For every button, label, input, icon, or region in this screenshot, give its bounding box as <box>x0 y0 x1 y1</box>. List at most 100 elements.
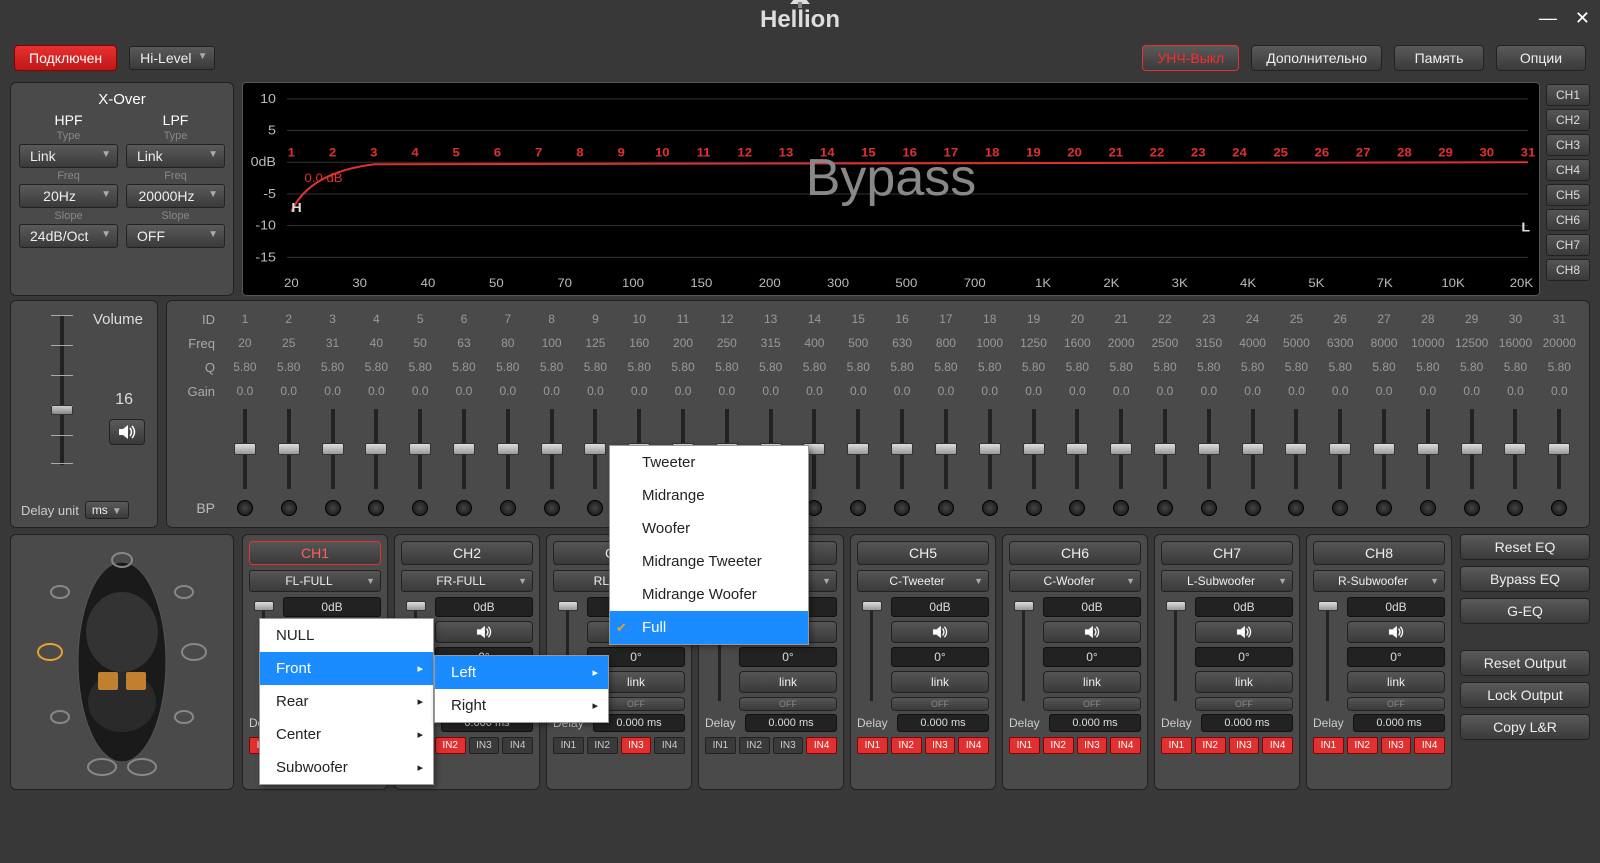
eq-freqs-9[interactable]: 125 <box>574 336 618 350</box>
eq-freqs-21[interactable]: 2000 <box>1099 336 1143 350</box>
eq-slider-22[interactable] <box>1143 403 1187 495</box>
eq-gains-2[interactable]: 0.0 <box>267 384 311 398</box>
eq-gains-11[interactable]: 0.0 <box>661 384 705 398</box>
eq-graph[interactable]: 10 5 0dB -5 -10 -15 12345678910111213141… <box>242 82 1540 296</box>
ch-button[interactable]: CH7 <box>1161 541 1293 565</box>
eq-gains-20[interactable]: 0.0 <box>1055 384 1099 398</box>
bp-toggle-27[interactable] <box>1376 500 1392 516</box>
eq-freqs-12[interactable]: 250 <box>705 336 749 350</box>
eq-freqs-20[interactable]: 1600 <box>1055 336 1099 350</box>
eq-gains-18[interactable]: 0.0 <box>968 384 1012 398</box>
eq-slider-17[interactable] <box>924 403 968 495</box>
input-3-button[interactable]: IN3 <box>1077 737 1108 754</box>
ch-select-ch6[interactable]: CH6 <box>1546 209 1590 231</box>
options-button[interactable]: Опции <box>1496 45 1586 71</box>
bp-toggle-24[interactable] <box>1245 500 1261 516</box>
menu-item-full[interactable]: ✔Full <box>610 611 808 644</box>
eq-slider-7[interactable] <box>486 403 530 495</box>
ch-role-dropdown[interactable]: R-Subwoofer <box>1313 570 1445 592</box>
eq-gains-31[interactable]: 0.0 <box>1537 384 1581 398</box>
eq-qs-15[interactable]: 5.80 <box>836 360 880 374</box>
eq-freqs-23[interactable]: 3150 <box>1187 336 1231 350</box>
eq-freqs-29[interactable]: 12500 <box>1450 336 1494 350</box>
eq-qs-16[interactable]: 5.80 <box>880 360 924 374</box>
eq-gains-28[interactable]: 0.0 <box>1406 384 1450 398</box>
bp-toggle-26[interactable] <box>1332 500 1348 516</box>
bp-toggle-17[interactable] <box>938 500 954 516</box>
eq-gains-12[interactable]: 0.0 <box>705 384 749 398</box>
delay-value[interactable]: 0.000 ms <box>897 714 989 732</box>
input-4-button[interactable]: IN4 <box>1262 737 1293 754</box>
input-4-button[interactable]: IN4 <box>958 737 989 754</box>
amp-off-button[interactable]: УНЧ-Выкл <box>1142 45 1239 71</box>
eq-qs-11[interactable]: 5.80 <box>661 360 705 374</box>
mute-button[interactable] <box>891 621 989 643</box>
bp-toggle-31[interactable] <box>1551 500 1567 516</box>
ch-button[interactable]: CH8 <box>1313 541 1445 565</box>
bp-toggle-19[interactable] <box>1026 500 1042 516</box>
role-menu-level1[interactable]: NULLFront▸Rear▸Center▸Subwoofer▸ <box>259 618 434 785</box>
eq-freqs-7[interactable]: 80 <box>486 336 530 350</box>
eq-slider-21[interactable] <box>1099 403 1143 495</box>
delay-value[interactable]: 0.000 ms <box>1049 714 1141 732</box>
bp-toggle-2[interactable] <box>281 500 297 516</box>
eq-qs-22[interactable]: 5.80 <box>1143 360 1187 374</box>
bp-toggle-1[interactable] <box>237 500 253 516</box>
delay-value[interactable]: 0.000 ms <box>1201 714 1293 732</box>
ch-role-dropdown[interactable]: C-Woofer <box>1009 570 1141 592</box>
eq-freqs-4[interactable]: 40 <box>354 336 398 350</box>
eq-qs-7[interactable]: 5.80 <box>486 360 530 374</box>
eq-gains-13[interactable]: 0.0 <box>749 384 793 398</box>
eq-qs-27[interactable]: 5.80 <box>1362 360 1406 374</box>
eq-qs-8[interactable]: 5.80 <box>530 360 574 374</box>
eq-gains-22[interactable]: 0.0 <box>1143 384 1187 398</box>
menu-item-midrange-woofer[interactable]: Midrange Woofer <box>610 578 808 611</box>
menu-item-right[interactable]: Right▸ <box>435 689 608 722</box>
eq-slider-26[interactable] <box>1318 403 1362 495</box>
eq-slider-23[interactable] <box>1187 403 1231 495</box>
eq-qs-23[interactable]: 5.80 <box>1187 360 1231 374</box>
eq-freqs-11[interactable]: 200 <box>661 336 705 350</box>
eq-qs-12[interactable]: 5.80 <box>705 360 749 374</box>
eq-qs-6[interactable]: 5.80 <box>442 360 486 374</box>
eq-gains-16[interactable]: 0.0 <box>880 384 924 398</box>
ch-select-ch7[interactable]: CH7 <box>1546 234 1590 256</box>
eq-gains-1[interactable]: 0.0 <box>223 384 267 398</box>
bp-toggle-3[interactable] <box>325 500 341 516</box>
eq-qs-5[interactable]: 5.80 <box>398 360 442 374</box>
ch-gain-slider[interactable] <box>1009 597 1039 709</box>
eq-qs-20[interactable]: 5.80 <box>1055 360 1099 374</box>
eq-freqs-19[interactable]: 1250 <box>1012 336 1056 350</box>
eq-qs-21[interactable]: 5.80 <box>1099 360 1143 374</box>
bp-toggle-25[interactable] <box>1288 500 1304 516</box>
input-1-button[interactable]: IN1 <box>705 737 736 754</box>
eq-qs-2[interactable]: 5.80 <box>267 360 311 374</box>
eq-freqs-3[interactable]: 31 <box>311 336 355 350</box>
g-eq-button[interactable]: G-EQ <box>1460 598 1590 624</box>
eq-freqs-25[interactable]: 5000 <box>1275 336 1319 350</box>
link-button[interactable]: link <box>1347 671 1445 693</box>
eq-qs-13[interactable]: 5.80 <box>749 360 793 374</box>
menu-item-front[interactable]: Front▸ <box>260 652 433 685</box>
mute-button[interactable] <box>435 621 533 643</box>
ch-phase-value[interactable]: 0° <box>1195 647 1293 667</box>
input-3-button[interactable]: IN3 <box>1229 737 1260 754</box>
bp-toggle-22[interactable] <box>1157 500 1173 516</box>
bp-toggle-5[interactable] <box>412 500 428 516</box>
ch-select-ch5[interactable]: CH5 <box>1546 184 1590 206</box>
ch-phase-value[interactable]: 0° <box>891 647 989 667</box>
volume-slider[interactable] <box>47 315 77 465</box>
input-4-button[interactable]: IN4 <box>1110 737 1141 754</box>
eq-slider-3[interactable] <box>311 403 355 495</box>
eq-freqs-14[interactable]: 400 <box>793 336 837 350</box>
mute-button[interactable] <box>1043 621 1141 643</box>
lock-output-button[interactable]: Lock Output <box>1460 682 1590 708</box>
ch-button[interactable]: CH2 <box>401 541 533 565</box>
input-2-button[interactable]: IN2 <box>1195 737 1226 754</box>
input-2-button[interactable]: IN2 <box>739 737 770 754</box>
eq-qs-31[interactable]: 5.80 <box>1537 360 1581 374</box>
bp-toggle-4[interactable] <box>368 500 384 516</box>
eq-qs-1[interactable]: 5.80 <box>223 360 267 374</box>
input-4-button[interactable]: IN4 <box>806 737 837 754</box>
eq-slider-19[interactable] <box>1012 403 1056 495</box>
